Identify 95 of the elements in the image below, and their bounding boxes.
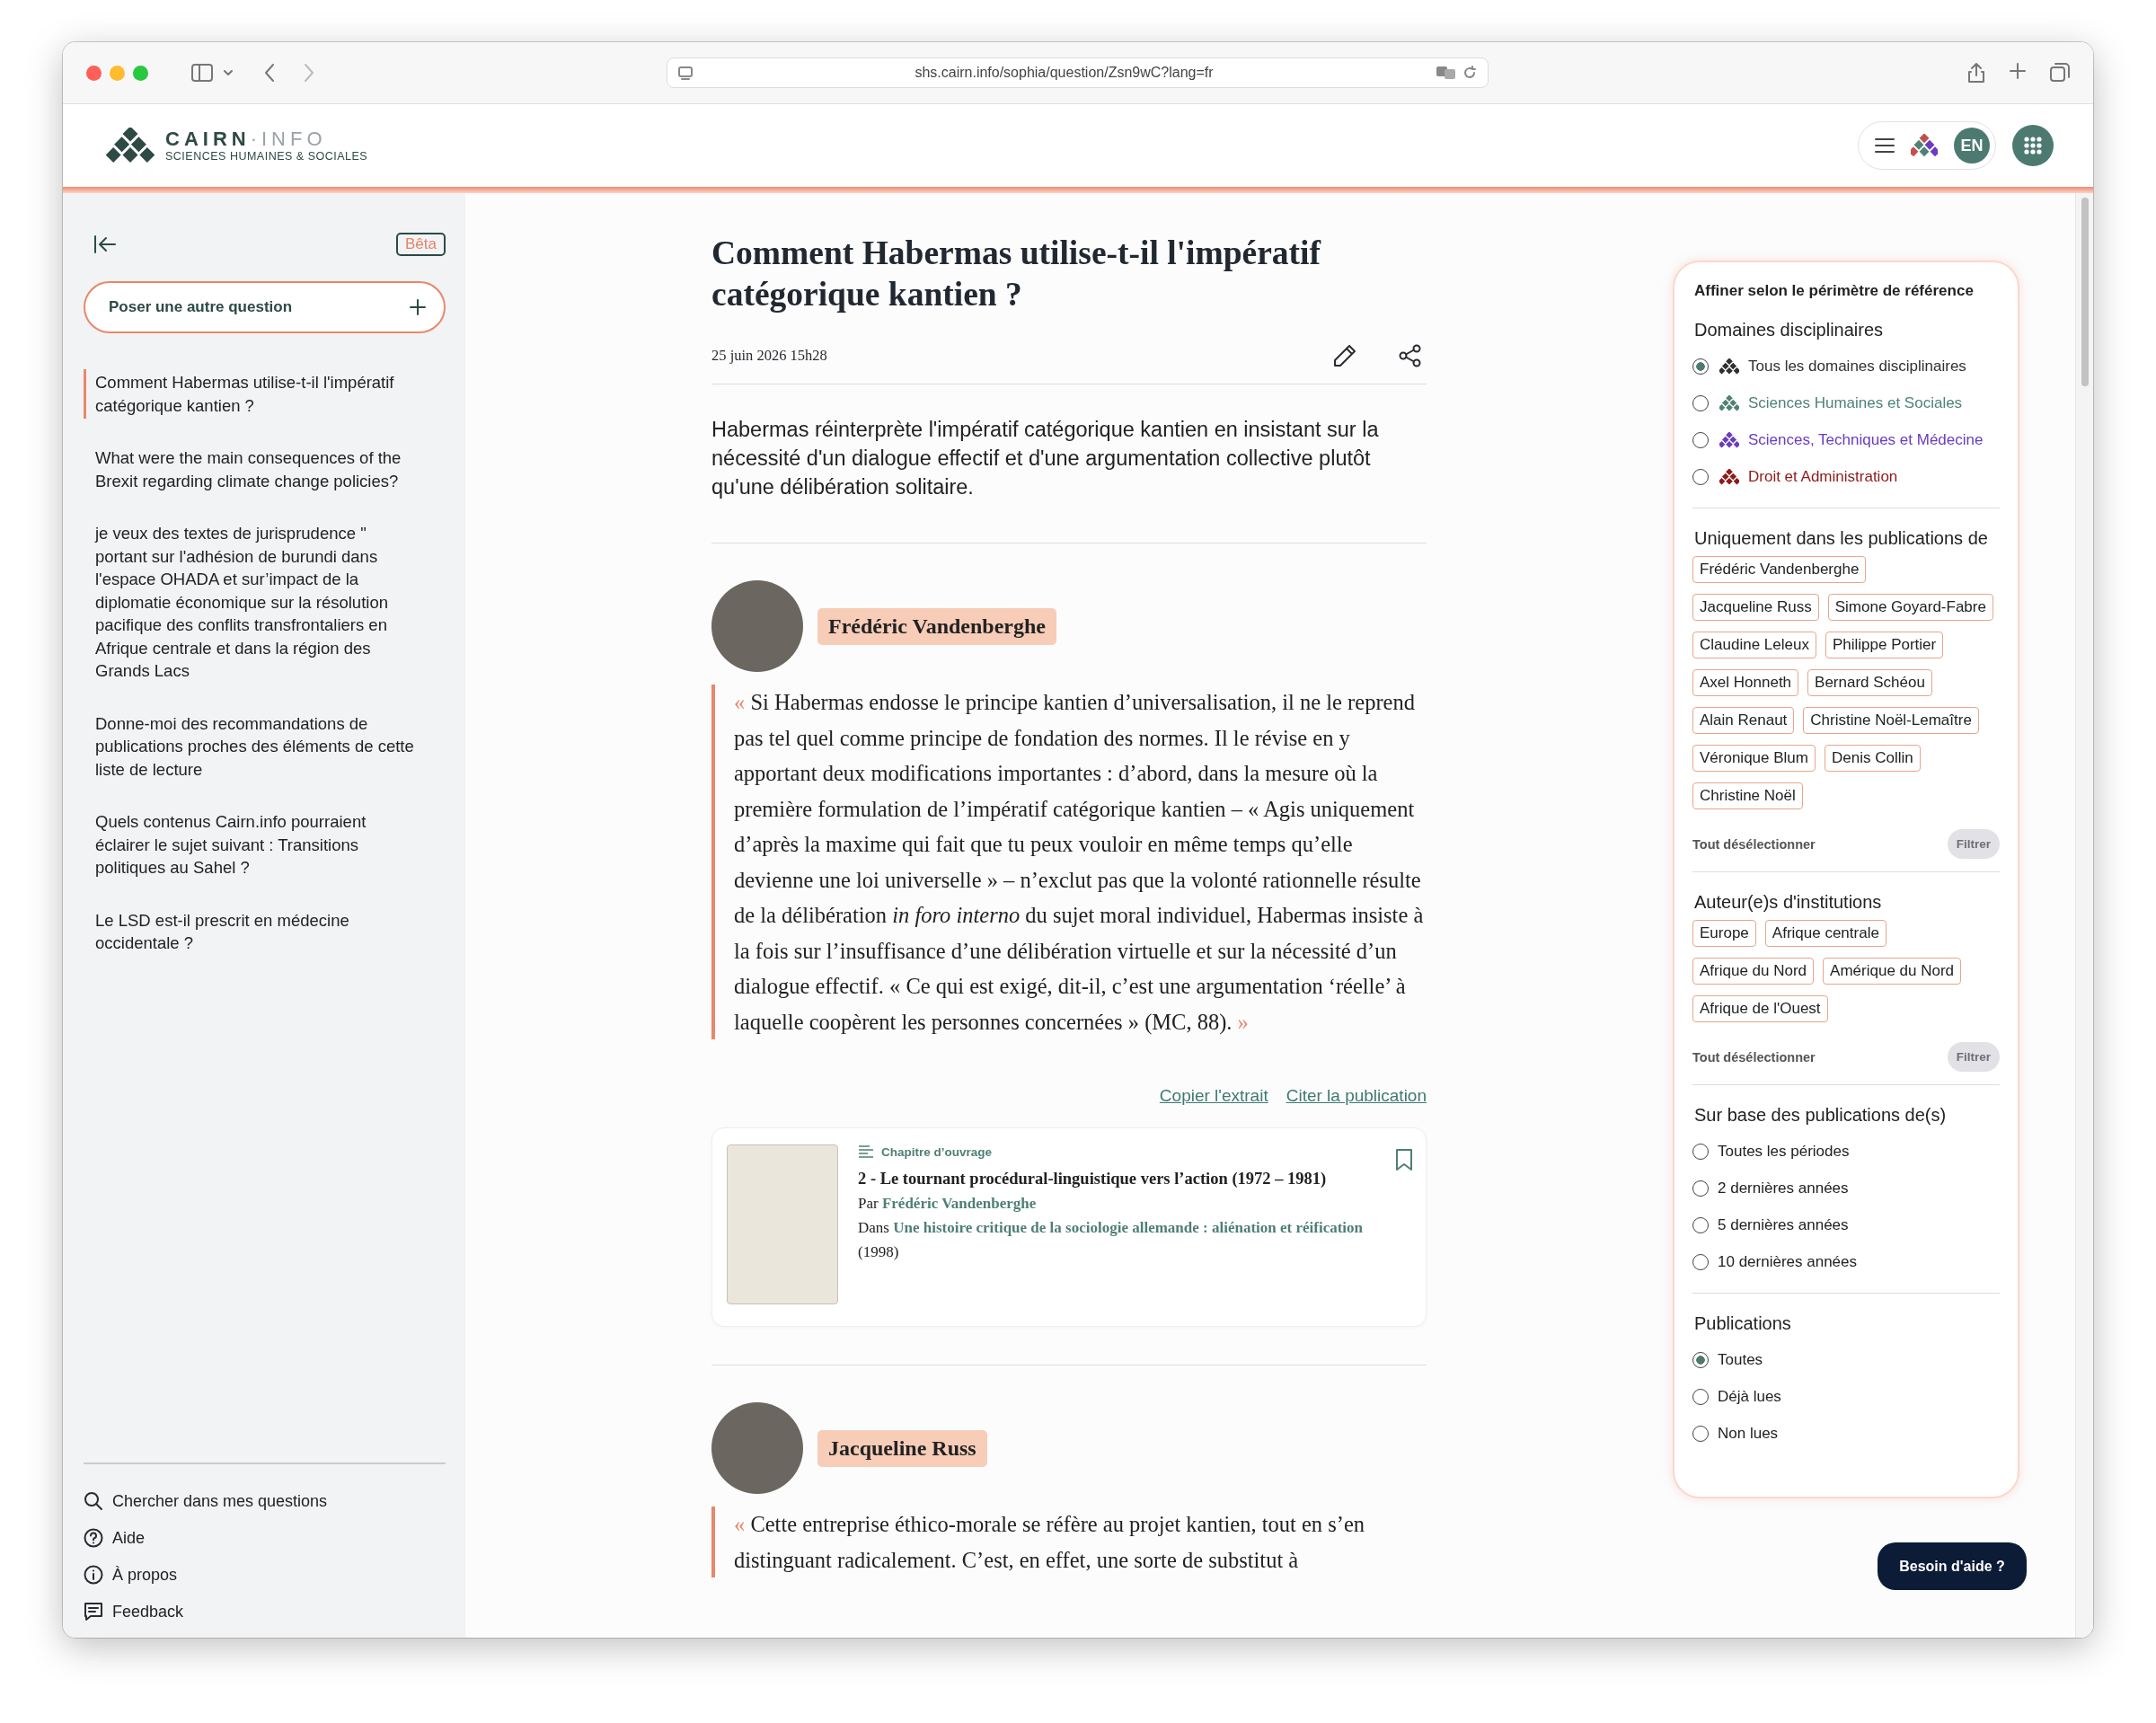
option-label[interactable]: Non lues xyxy=(1718,1424,1779,1443)
action-link[interactable]: Copier l'extrait xyxy=(1159,1086,1268,1106)
radio-button[interactable] xyxy=(1692,358,1709,375)
help-icon[interactable] xyxy=(84,1528,103,1548)
option-label[interactable]: 2 dernières années xyxy=(1718,1179,1849,1197)
diamonds-icon[interactable] xyxy=(1911,134,1938,157)
filter-chip[interactable]: Simone Goyard-Fabre xyxy=(1827,594,1993,621)
collapse-sidebar-icon[interactable] xyxy=(93,234,118,254)
apps-button[interactable] xyxy=(2012,125,2054,166)
chat-bubble-icon[interactable] xyxy=(84,1602,103,1621)
option-label[interactable]: Tous les domaines disciplinaires xyxy=(1748,357,1966,376)
deselect-all-link[interactable]: Tout désélectionner xyxy=(1692,836,1816,852)
sidebar-icon[interactable] xyxy=(191,64,213,82)
sidebar-link[interactable]: À propos xyxy=(112,1565,178,1585)
tabs-icon[interactable] xyxy=(2050,62,2070,82)
filter-chip[interactable]: Europe xyxy=(1692,920,1756,947)
pencil-icon[interactable] xyxy=(1331,342,1358,369)
option-label[interactable]: Toutes xyxy=(1718,1350,1763,1369)
filter-chip[interactable]: Claudine Leleux xyxy=(1692,632,1816,658)
option-label[interactable]: Sciences, Techniques et Médecine xyxy=(1748,430,1984,449)
quote-text: « Cette entreprise éthico-morale se réfère au projet kantien, tout en s’en distinguant radicalement. C’est, en effet, une sorte de substitut à xyxy=(711,1507,1427,1577)
filter-chip[interactable]: Bernard Schéou xyxy=(1807,669,1932,696)
publication-title[interactable]: 2 - Le tournant procédural-linguistique vers l’action (1972 – 1981) xyxy=(858,1166,1375,1191)
option-label[interactable]: 10 dernières années xyxy=(1718,1252,1857,1271)
filter-chip[interactable]: Denis Collin xyxy=(1824,745,1921,772)
url-text: shs.cairn.info/sophia/question/Zsn9wC?lang=fr xyxy=(914,65,1215,81)
option-label[interactable]: Sciences Humaines et Sociales xyxy=(1748,393,1963,412)
history-item[interactable]: Comment Habermas utilise-t-il l'impératif catégorique kantien ? xyxy=(84,369,446,419)
new-tab-icon[interactable] xyxy=(2009,62,2027,80)
publication-card[interactable] xyxy=(711,1127,1427,1327)
answer-summary: Habermas réinterprète l'impératif catégorique kantien en insistant sur la nécessité d'un dialogue effectif et d'une argumentation collective plutôt qu'une délibération solitaire. xyxy=(711,415,1427,543)
filter-chip[interactable]: Christine Noël-Lemaître xyxy=(1803,707,1979,734)
grid-icon xyxy=(2023,136,2043,155)
filter-chip[interactable]: Axel Honneth xyxy=(1692,669,1799,696)
author-name: Jacqueline Russ xyxy=(817,1429,987,1467)
lines-icon xyxy=(858,1144,874,1159)
share-icon[interactable] xyxy=(1398,343,1423,368)
option-label[interactable]: Droit et Administration xyxy=(1748,467,1898,486)
sidebar-link[interactable]: Aide xyxy=(112,1528,146,1548)
beta-badge: Bêta xyxy=(396,233,446,256)
question-date: 25 juin 2026 15h28 xyxy=(711,347,827,365)
filter-chip[interactable]: Afrique du Nord xyxy=(1692,958,1815,985)
source-link[interactable]: Une histoire critique de la sociologie allemande : aliénation et réification xyxy=(893,1219,1364,1236)
language-button[interactable]: EN xyxy=(1954,128,1990,163)
address-bar[interactable]: shs.cairn.info/sophia/question/Zsn9wC?lang=fr xyxy=(667,57,1489,88)
quote-text: « Si Habermas endosse le principe kantien d’universalisation, il ne le reprend pas tel quel comme principe de fondation des normes. Il le révise en y apportant deux modifications importantes : d’abord, dans la mesure où la première formulation de l’impératif catégorique kantien – « Agis uniquement d’après la maxime qui fait que tu peux vouloir en même temps qu’elle devienne une loi universelle » – n’exclut pas que la volonté rationnelle résulte de la délibération in foro interno du sujet moral individuel, Habermas insiste à la fois sur l’insuffisance d’une délibération virtuelle et sur la nécessité d’un dialogue effectif. « Ce qui est exigé, dit-il, c’est une argumentation ‘réelle’ à laquelle coopèrent les personnes concernées » (MC, 88). » xyxy=(711,685,1427,1039)
sidebar-link[interactable]: Chercher dans mes questions xyxy=(112,1491,328,1511)
author-name: Frédéric Vandenberghe xyxy=(817,607,1056,645)
back-icon[interactable] xyxy=(263,63,276,83)
logo-wordmark[interactable]: CAIRN·INFO xyxy=(165,128,368,150)
close-window-button[interactable] xyxy=(86,65,102,81)
history-item[interactable]: What were the main consequences of the Brexit regarding climate change policies? xyxy=(84,445,446,494)
author-link[interactable]: Frédéric Vandenberghe xyxy=(881,1195,1037,1212)
section-heading: Publications xyxy=(1694,1313,1792,1334)
help-button[interactable]: Besoin d'aide ? xyxy=(1878,1542,2027,1590)
publication-source-line: Dans Une histoire critique de la sociologie allemande : aliénation et réification (1998) xyxy=(858,1218,1365,1262)
filter-chip[interactable]: Afrique de l'Ouest xyxy=(1692,995,1828,1022)
deselect-all-link[interactable]: Tout désélectionner xyxy=(1692,1049,1816,1065)
filter-chip[interactable]: Amérique du Nord xyxy=(1823,958,1962,985)
panel-title: Affiner selon le périmètre de référence xyxy=(1693,282,1975,300)
history-item[interactable]: je veux des textes de jurisprudence " portant sur l'adhésion de burundi dans l'espace OHADA et sur’impact de la diplomatie économique sur la résolution pacifique des conflits transfrontaliers en Afrique centrale et dans la région des Grands Lacs xyxy=(84,520,446,685)
filter-chip[interactable]: Alain Renaut xyxy=(1692,707,1795,734)
option-label[interactable]: 5 dernières années xyxy=(1718,1215,1849,1234)
menu-icon[interactable] xyxy=(1875,137,1895,154)
publication-type: Chapitre d’ouvrage xyxy=(881,1144,993,1159)
option-label[interactable]: Déjà lues xyxy=(1718,1387,1781,1406)
page-icon xyxy=(678,66,693,80)
history-item[interactable]: Le LSD est-il prescrit en médecine occidentale ? xyxy=(84,906,446,957)
publication-author-line: Par Frédéric Vandenberghe xyxy=(858,1194,1038,1214)
plus-icon xyxy=(410,299,426,315)
filter-chip[interactable]: Christine Noël xyxy=(1692,782,1803,809)
question-title: Comment Habermas utilise-t-il l'impératif catégorique kantien ? xyxy=(711,234,1322,314)
logo-tagline: SCIENCES HUMAINES & SOCIALES xyxy=(165,150,368,163)
history-item[interactable]: Donne-moi des recommandations de publications proches des éléments de cette liste de lecture xyxy=(84,710,446,782)
filter-chip[interactable]: Jacqueline Russ xyxy=(1692,594,1819,621)
filter-chip[interactable]: Frédéric Vandenberghe xyxy=(1692,556,1867,583)
radio-button[interactable] xyxy=(1692,1351,1709,1368)
bookmark-icon[interactable] xyxy=(1395,1148,1413,1171)
section-heading: Auteur(e)s d'institutions xyxy=(1694,892,1883,913)
info-icon[interactable] xyxy=(84,1565,103,1585)
section-heading: Uniquement dans les publications de xyxy=(1694,528,1989,549)
section-heading: Domaines disciplinaires xyxy=(1694,320,1885,340)
sidebar-link[interactable]: Feedback xyxy=(112,1602,184,1621)
option-label[interactable]: Toutes les périodes xyxy=(1718,1142,1850,1161)
chevron-down-icon[interactable] xyxy=(224,69,233,76)
section-heading: Sur base des publications de(s) xyxy=(1694,1105,1948,1126)
history-item[interactable]: Quels contenus Cairn.info pourraient éclairer le sujet suivant : Transitions politiques au Sahel ? xyxy=(84,808,446,881)
search-icon[interactable] xyxy=(84,1491,103,1511)
filter-chip[interactable]: Philippe Portier xyxy=(1825,632,1944,658)
action-link[interactable]: Citer la publication xyxy=(1286,1086,1427,1106)
scrollbar[interactable] xyxy=(2075,193,2093,1638)
new-question-button[interactable]: Poser une autre question xyxy=(84,281,446,333)
filter-chip[interactable]: Afrique centrale xyxy=(1764,920,1886,947)
reload-icon[interactable] xyxy=(1462,66,1477,80)
filter-chip[interactable]: Véronique Blum xyxy=(1692,745,1816,772)
